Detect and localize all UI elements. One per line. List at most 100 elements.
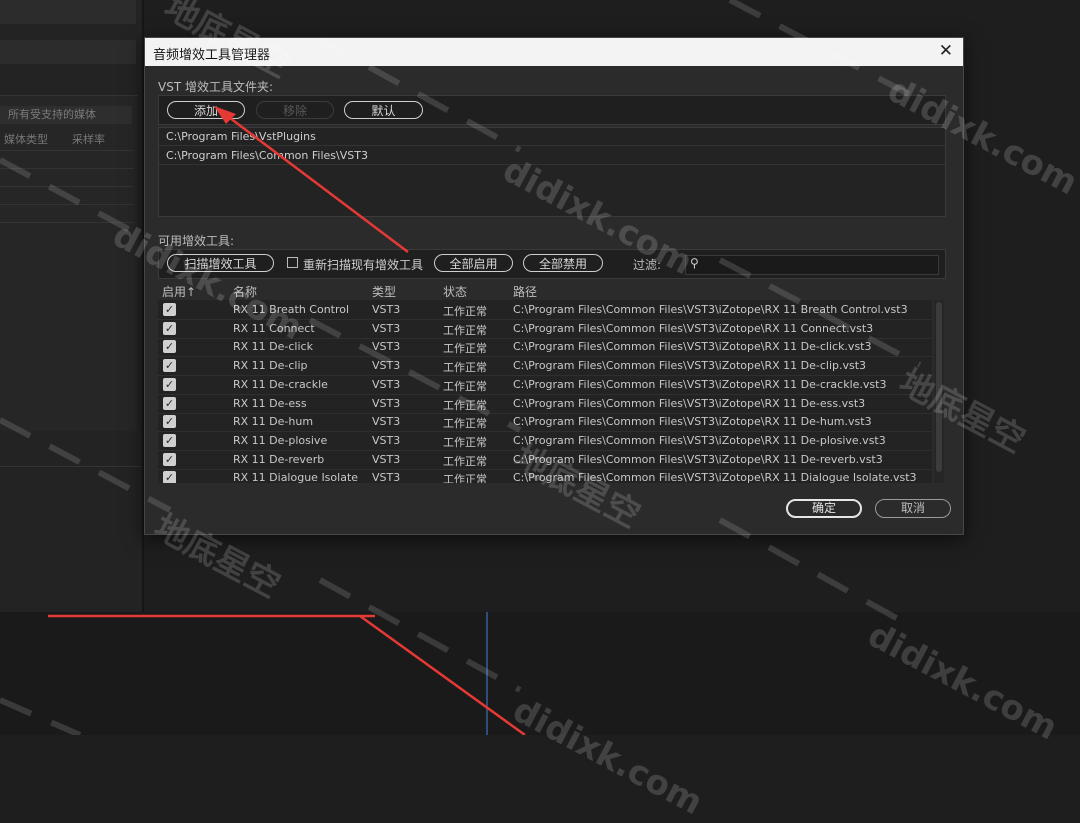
filter-input[interactable]: ⚲ (685, 255, 939, 275)
plugin-path: C:\Program Files\Common Files\VST3\iZoto… (513, 415, 872, 429)
table-row[interactable]: ✓ RX 11 De-click VST3 工作正常 C:\Program Files\… (158, 337, 932, 358)
media-type-select[interactable]: 所有受支持的媒体 (0, 106, 132, 124)
table-row[interactable]: ✓ RX 11 De-ess VST3 工作正常 C:\Program Files\Co… (158, 394, 932, 414)
divider (0, 186, 134, 187)
enabled-checkbox[interactable]: ✓ (163, 433, 176, 447)
column-sample-rate[interactable]: 采样率 (72, 131, 105, 147)
plugin-status: 工作正常 (443, 361, 487, 375)
enabled-checkbox[interactable]: ✓ (163, 359, 176, 373)
plugin-status: 工作正常 (443, 398, 487, 412)
enabled-checkbox[interactable]: ✓ (163, 377, 176, 391)
cancel-button[interactable]: 取消 (875, 499, 951, 518)
plugin-name: RX 11 De-reverb (233, 452, 325, 466)
folder-list-item[interactable]: C:\Program Files\VstPlugins (159, 128, 945, 146)
default-folder-button[interactable]: 默认 (344, 101, 423, 119)
dialog-titlebar: 音频增效工具管理器 ✕ (145, 38, 963, 66)
playhead-line (486, 612, 488, 735)
plugin-name: RX 11 Dialogue Isolate (233, 471, 359, 483)
plugin-path: C:\Program Files\Common Files\VST3\iZoto… (513, 433, 886, 447)
plugin-type: VST3 (372, 359, 401, 373)
plugin-name: RX 11 De-ess (233, 396, 307, 410)
plugin-status: 工作正常 (443, 435, 487, 449)
enabled-checkbox[interactable]: ✓ (163, 415, 176, 429)
close-icon[interactable]: ✕ (939, 41, 953, 61)
ok-button[interactable]: 确定 (786, 499, 862, 518)
divider (0, 466, 142, 467)
plugin-status: 工作正常 (443, 305, 487, 318)
plugin-name: RX 11 De-click (233, 340, 313, 354)
audio-plugin-manager-dialog: 音频增效工具管理器 ✕ VST 增效工具文件夹: 添加 移除 默认 C:\Pro… (144, 37, 964, 535)
enabled-checkbox[interactable]: ✓ (163, 471, 176, 483)
table-row[interactable]: ✓ RX 11 De-hum VST3 工作正常 C:\Program Files\Co… (158, 412, 932, 433)
plugin-status: 工作正常 (443, 342, 487, 356)
plugin-type: VST3 (372, 321, 401, 335)
plugin-path: C:\Program Files\Common Files\VST3\iZoto… (513, 377, 887, 391)
plugin-type: VST3 (372, 303, 401, 316)
plugin-name: RX 11 De-clip (233, 359, 308, 373)
divider (0, 150, 134, 151)
add-folder-button[interactable]: 添加 (167, 101, 245, 119)
enabled-checkbox[interactable]: ✓ (163, 396, 176, 410)
plugin-status: 工作正常 (443, 379, 487, 393)
plugin-status: 工作正常 (443, 417, 487, 431)
plugin-type: VST3 (372, 396, 401, 410)
plugin-path: C:\Program Files\Common Files\VST3\iZoto… (513, 359, 867, 373)
plugin-type: VST3 (372, 377, 401, 391)
table-row[interactable]: ✓ RX 11 De-clip VST3 工作正常 C:\Program Files\C… (158, 356, 932, 377)
dialog-title: 音频增效工具管理器 (153, 48, 271, 63)
table-header: 启用↑ 名称 类型 状态 路径 (158, 281, 944, 299)
disable-all-button[interactable]: 全部禁用 (523, 254, 603, 272)
plugin-name: RX 11 De-hum (233, 415, 314, 429)
table-row[interactable]: ✓ RX 11 Dialogue Isolate VST3 工作正常 C:\Progra… (158, 468, 932, 483)
plugin-type: VST3 (372, 433, 401, 447)
plugin-type: VST3 (372, 340, 401, 354)
table-row[interactable]: ✓ RX 11 De-crackle VST3 工作正常 C:\Program File… (158, 375, 932, 395)
plugin-path: C:\Program Files\Common Files\VST3\iZoto… (513, 340, 872, 354)
divider (0, 204, 134, 205)
plugin-type: VST3 (372, 415, 401, 429)
table-scrollbar[interactable] (934, 300, 944, 483)
enabled-checkbox[interactable]: ✓ (163, 340, 176, 354)
plugin-name: RX 11 De-crackle (233, 377, 328, 391)
enabled-checkbox[interactable]: ✓ (163, 321, 176, 335)
project-panel-columns: 媒体类型 采样率 (0, 131, 138, 147)
enabled-checkbox[interactable]: ✓ (163, 452, 176, 466)
folder-list-item[interactable]: C:\Program Files\Common Files\VST3 (159, 147, 945, 165)
table-row[interactable]: ✓ RX 11 Connect VST3 工作正常 C:\Program Files\C… (158, 319, 932, 339)
header-type[interactable]: 类型 (372, 283, 396, 300)
plugin-name: RX 11 Breath Control (233, 303, 350, 316)
enable-all-button[interactable]: 全部启用 (434, 254, 513, 272)
header-status[interactable]: 状态 (443, 283, 467, 300)
plugin-type: VST3 (372, 452, 401, 466)
background-strip (0, 40, 136, 64)
plugin-type: VST3 (372, 471, 401, 483)
rescan-existing-checkbox[interactable] (287, 257, 298, 268)
table-row[interactable]: ✓ RX 11 De-reverb VST3 工作正常 C:\Program Files… (158, 450, 932, 470)
table-row[interactable]: ✓ RX 11 De-plosive VST3 工作正常 C:\Program File… (158, 431, 932, 451)
table-row[interactable]: ✓ RX 11 Breath Control VST3 工作正常 C:\Program … (158, 300, 932, 320)
column-media-type[interactable]: 媒体类型 (4, 131, 48, 147)
plugin-path: C:\Program Files\Common Files\VST3\iZoto… (513, 396, 866, 410)
timeline-area (0, 612, 1080, 735)
table-body: ✓ RX 11 Breath Control VST3 工作正常 C:\Program … (158, 300, 932, 483)
plugin-status: 工作正常 (443, 323, 487, 337)
header-path[interactable]: 路径 (513, 283, 537, 300)
remove-folder-button[interactable]: 移除 (256, 101, 334, 119)
plugin-name: RX 11 Connect (233, 321, 315, 335)
plugin-path: C:\Program Files\Common Files\VST3\iZoto… (513, 303, 908, 316)
enabled-checkbox[interactable]: ✓ (163, 303, 176, 316)
plugin-path: C:\Program Files\Common Files\VST3\iZoto… (513, 452, 883, 466)
scrollbar-thumb[interactable] (936, 302, 942, 472)
vst-folder-label: VST 增效工具文件夹: (158, 80, 274, 94)
rescan-existing-label: 重新扫描现有增效工具 (303, 258, 424, 272)
plugin-status: 工作正常 (443, 473, 487, 483)
header-enabled[interactable]: 启用↑ (162, 283, 196, 300)
sort-arrow-icon: ↑ (186, 285, 197, 299)
plugin-path: C:\Program Files\Common Files\VST3\iZoto… (513, 321, 874, 335)
plugins-table: 启用↑ 名称 类型 状态 路径 ✓ RX 11 Breath Control VST… (158, 281, 944, 483)
plugin-status: 工作正常 (443, 454, 487, 468)
divider (0, 168, 134, 169)
vst-folder-list: C:\Program Files\VstPlugins C:\Program F… (158, 127, 946, 217)
scan-plugins-button[interactable]: 扫描增效工具 (167, 254, 274, 272)
header-name[interactable]: 名称 (233, 283, 257, 300)
